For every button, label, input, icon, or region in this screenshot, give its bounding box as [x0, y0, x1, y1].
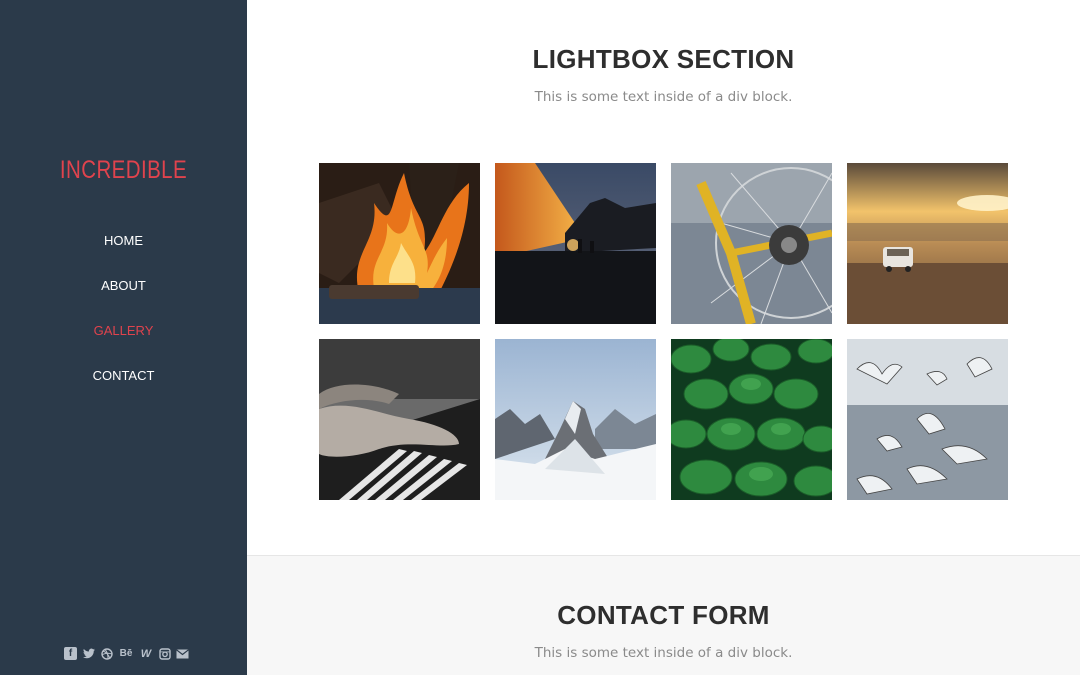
contact-section: CONTACT FORM This is some text inside of… — [247, 555, 1080, 675]
contact-title: CONTACT FORM — [557, 600, 770, 630]
snowy-mountain-photo[interactable] — [495, 339, 656, 500]
bicycle-photo[interactable] — [671, 163, 832, 324]
instagram-icon[interactable] — [158, 647, 171, 660]
sidebar: INCREDIBLE HOME ABOUT GALLERY CONTACT f … — [0, 0, 247, 675]
twitter-icon[interactable] — [82, 647, 95, 660]
seagulls-photo[interactable] — [847, 339, 1008, 500]
desert-car-photo[interactable] — [847, 163, 1008, 324]
social-links: f Bē W — [64, 647, 189, 660]
gallery-grid — [319, 163, 1009, 500]
nav-gallery[interactable]: GALLERY — [0, 322, 247, 367]
lightbox-subtitle: This is some text inside of a div block. — [534, 89, 793, 105]
nav-contact[interactable]: CONTACT — [0, 367, 247, 412]
piano-photo[interactable] — [319, 339, 480, 500]
nav-about[interactable]: ABOUT — [0, 277, 247, 322]
nav-home[interactable]: HOME — [0, 232, 247, 277]
webflow-icon[interactable]: W — [139, 647, 153, 660]
lily-pads-photo[interactable] — [671, 339, 832, 500]
behance-icon[interactable]: Bē — [118, 647, 134, 660]
mail-icon[interactable] — [176, 647, 189, 660]
nav-menu: HOME ABOUT GALLERY CONTACT — [0, 232, 247, 412]
contact-subtitle: This is some text inside of a div block. — [534, 645, 793, 661]
dribbble-icon[interactable] — [100, 647, 113, 660]
facebook-icon[interactable]: f — [64, 647, 77, 660]
main-content: LIGHTBOX SECTION This is some text insid… — [247, 0, 1080, 675]
campfire-photo[interactable] — [319, 163, 480, 324]
lightbox-title: LIGHTBOX SECTION — [532, 44, 795, 74]
silhouette-photo[interactable] — [495, 163, 656, 324]
brand-logo[interactable]: INCREDIBLE — [22, 156, 225, 185]
